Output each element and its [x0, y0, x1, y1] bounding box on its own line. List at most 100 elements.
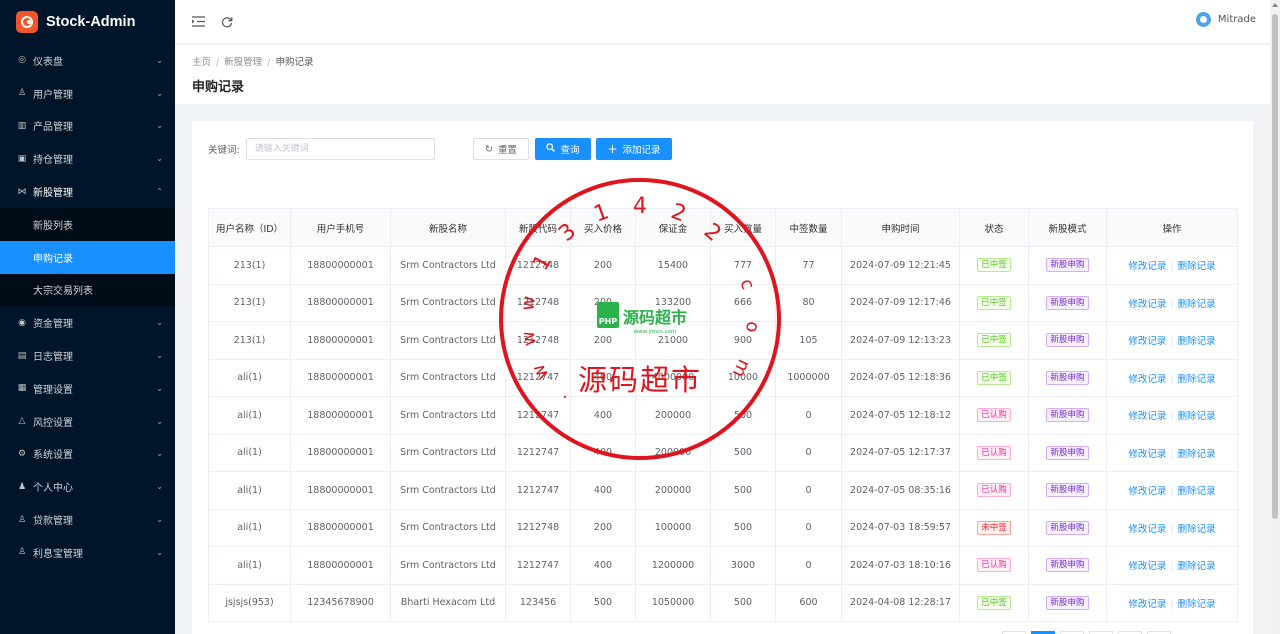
stock-name-cell: Srm Contractors Ltd: [390, 321, 506, 360]
person-icon: ♟: [17, 481, 27, 492]
chevron-down-icon: ⌄: [156, 55, 163, 65]
sidebar-subitem[interactable]: 新股列表: [0, 208, 175, 241]
delete-record-link[interactable]: 删除记录: [1178, 336, 1216, 347]
add-record-button[interactable]: + 添加记录: [596, 138, 672, 160]
chevron-down-icon: ⌄: [156, 318, 163, 328]
sidebar-item[interactable]: ▤ 日志管理 ⌄: [0, 339, 175, 372]
delete-record-link[interactable]: 删除记录: [1178, 599, 1216, 610]
margin-cell: 100000: [635, 508, 711, 547]
mode-badge: 新股申购: [1046, 558, 1089, 573]
won-quantity-cell: 80: [775, 283, 842, 322]
edit-record-link[interactable]: 修改记录: [1128, 561, 1166, 572]
reset-icon: ↻: [485, 143, 493, 155]
actions-cell: 修改记录 | 删除记录: [1106, 508, 1238, 547]
mode-cell: 新股申购: [1028, 246, 1107, 285]
query-button[interactable]: 查询: [535, 138, 591, 160]
reset-button[interactable]: ↻ 重置: [473, 138, 529, 160]
stock-name-cell: Srm Contractors Ltd: [390, 546, 506, 585]
column-header: 操作: [1106, 208, 1238, 247]
edit-record-link[interactable]: 修改记录: [1128, 449, 1166, 460]
sidebar-item[interactable]: ▥ 产品管理 ⌄: [0, 110, 175, 143]
refresh-button[interactable]: [219, 14, 235, 30]
mode-badge: 新股申购: [1046, 595, 1089, 610]
chevron-down-icon: ⌄: [156, 482, 163, 492]
sidebar-item[interactable]: ⚙ 系统设置 ⌄: [0, 438, 175, 471]
sidebar-item[interactable]: ♙ 用户管理 ⌄: [0, 77, 175, 110]
sidebar-item[interactable]: ⋈ 新股管理 ⌃: [0, 175, 175, 208]
breadcrumb-home[interactable]: 主页: [192, 57, 211, 68]
sidebar-item-label: 贷款管理: [33, 516, 73, 528]
mode-cell: 新股申购: [1028, 358, 1107, 397]
edit-record-link[interactable]: 修改记录: [1128, 374, 1166, 385]
edit-record-link[interactable]: 修改记录: [1128, 299, 1166, 310]
phone-cell: 12345678900: [290, 583, 391, 622]
sidebar-subitem[interactable]: 大宗交易列表: [0, 274, 175, 307]
edit-record-link[interactable]: 修改记录: [1128, 336, 1166, 347]
won-quantity-cell: 600: [775, 583, 842, 622]
sidebar-subitem[interactable]: 申购记录: [0, 240, 175, 274]
edit-record-link[interactable]: 修改记录: [1128, 486, 1166, 497]
page-title: 申购记录: [192, 80, 245, 95]
plus-icon: +: [607, 142, 618, 156]
delete-record-link[interactable]: 删除记录: [1178, 374, 1216, 385]
user-cell: 213(1): [208, 321, 291, 360]
delete-record-link[interactable]: 删除记录: [1178, 299, 1216, 310]
edit-record-link[interactable]: 修改记录: [1128, 524, 1166, 535]
sidebar-item[interactable]: △ 风控设置 ⌄: [0, 405, 175, 438]
stock-name-cell: Srm Contractors Ltd: [390, 433, 506, 472]
chevron-up-icon: ⌃: [156, 187, 163, 197]
app-logo[interactable]: Stock-Admin: [0, 0, 175, 44]
sidebar-item[interactable]: ♟ 个人中心 ⌄: [0, 470, 175, 503]
edit-record-link[interactable]: 修改记录: [1128, 411, 1166, 422]
stock-name-cell: Srm Contractors Ltd: [390, 508, 506, 547]
status-badge: 未中签: [977, 520, 1011, 535]
status-cell: 未中签: [959, 508, 1029, 547]
quantity-cell: 500: [710, 433, 776, 472]
mode-badge: 新股申购: [1046, 445, 1089, 460]
phone-cell: 18800000001: [290, 321, 391, 360]
delete-record-link[interactable]: 删除记录: [1178, 561, 1216, 572]
sidebar-item-label: 资金管理: [33, 319, 73, 331]
stock-code-cell: 1212748: [505, 246, 571, 285]
delete-record-link[interactable]: 删除记录: [1178, 449, 1216, 460]
delete-record-link[interactable]: 删除记录: [1178, 524, 1216, 535]
sidebar-item[interactable]: ♙ 利息宝管理 ⌄: [0, 536, 175, 569]
breadcrumb-current: 申购记录: [275, 57, 314, 68]
delete-record-link[interactable]: 删除记录: [1178, 411, 1216, 422]
actions-cell: 修改记录 | 删除记录: [1106, 321, 1238, 360]
page-scrollbar[interactable]: [1270, 0, 1280, 634]
chevron-down-icon: ⌄: [156, 449, 163, 459]
breadcrumb-ipo[interactable]: 新股管理: [224, 57, 262, 68]
table-row: 213(1) 18800000001 Srm Contractors Ltd 1212…: [208, 246, 1238, 285]
user-cell: ali(1): [208, 508, 291, 547]
time-cell: 2024-07-03 18:10:16: [841, 546, 960, 585]
scroll-up-icon[interactable]: [1272, 3, 1278, 7]
edit-record-link[interactable]: 修改记录: [1128, 599, 1166, 610]
status-cell: 已认购: [959, 546, 1029, 585]
collapse-sidebar-button[interactable]: [190, 14, 206, 30]
table-header-row: 用户名称（ID） 用户手机号 新股名称 新股代码 买入价格 保证金 买入数量 中签数量 申购时间…: [208, 208, 1238, 247]
scrollbar-thumb[interactable]: [1272, 14, 1278, 519]
sidebar-item[interactable]: ▣ 持仓管理 ⌄: [0, 142, 175, 175]
chevron-down-icon: ⌄: [156, 515, 163, 525]
sidebar-item[interactable]: ◉ 资金管理 ⌄: [0, 306, 175, 339]
user-cell: jsjsjs(953): [208, 583, 291, 622]
subscription-table: 用户名称（ID） 用户手机号 新股名称 新股代码 买入价格 保证金 买入数量 中签数量 申购时间…: [208, 208, 1238, 622]
sidebar-item[interactable]: ♙ 贷款管理 ⌄: [0, 503, 175, 536]
edit-record-link[interactable]: 修改记录: [1128, 261, 1166, 272]
stock-code-cell: 1212747: [505, 433, 571, 472]
sidebar-item[interactable]: ◎ 仪表盘 ⌄: [0, 44, 175, 77]
phone-cell: 18800000001: [290, 471, 391, 510]
sidebar-item[interactable]: ▦ 管理设置 ⌄: [0, 372, 175, 405]
delete-record-link[interactable]: 删除记录: [1178, 486, 1216, 497]
phone-cell: 18800000001: [290, 358, 391, 397]
won-quantity-cell: 77: [775, 246, 842, 285]
content-card: 关键词: ↻重置 查询 +添加记录 用户名称（ID）用户手机号新股名称新股代码买…: [192, 121, 1253, 634]
mode-cell: 新股申购: [1028, 508, 1107, 547]
delete-record-link[interactable]: 删除记录: [1178, 261, 1216, 272]
time-cell: 2024-07-05 08:35:16: [841, 471, 960, 510]
keyword-input[interactable]: [245, 138, 435, 160]
stock-name-cell: Srm Contractors Ltd: [390, 358, 506, 397]
stock-code-cell: 1212748: [505, 508, 571, 547]
user-menu[interactable]: Mitrade: [1195, 12, 1256, 27]
